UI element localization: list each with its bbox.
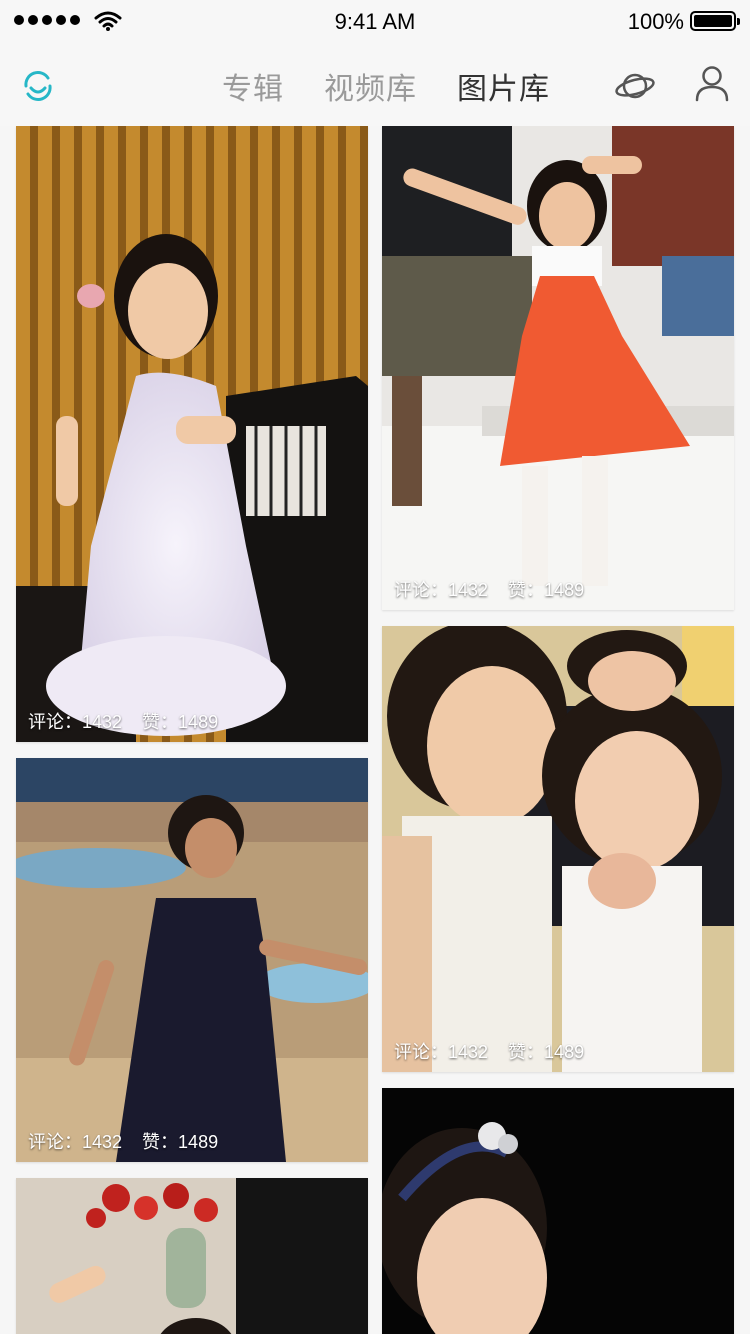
battery-icon xyxy=(690,11,740,31)
photo-card[interactable]: 评论：1432 赞：1489 xyxy=(16,758,368,1162)
photo-card[interactable] xyxy=(16,1178,368,1334)
comment-count: 评论：1432 xyxy=(394,580,489,600)
battery-percent: 100% xyxy=(627,9,684,34)
photo-card[interactable]: 评论：1432 赞：1489 xyxy=(382,126,734,610)
tab-album[interactable]: 专辑 xyxy=(222,64,284,108)
like-count: 赞：1489 xyxy=(508,580,585,600)
top-nav-bar: 专辑 视频库 图片库 xyxy=(0,44,750,126)
tab-video-library[interactable]: 视频库 xyxy=(324,64,417,108)
planet-icon[interactable] xyxy=(614,66,656,106)
photo-card[interactable] xyxy=(382,1088,734,1334)
photo-card[interactable]: 评论：1432 赞：1489 xyxy=(382,626,734,1072)
photo-girl-headband xyxy=(382,1088,734,1334)
photo-stats: 评论：1432 赞：1489 xyxy=(28,708,218,734)
photo-girl-piano xyxy=(16,126,368,742)
comment-count: 评论：1432 xyxy=(28,712,123,732)
photo-stats: 评论：1432 赞：1489 xyxy=(394,1038,584,1064)
refresh-logo-icon[interactable] xyxy=(20,68,56,104)
like-count: 赞：1489 xyxy=(142,712,219,732)
photo-stats: 评论：1432 赞：1489 xyxy=(394,576,584,602)
like-count: 赞：1489 xyxy=(142,1132,219,1152)
photo-girls-laughing xyxy=(382,626,734,1072)
photo-stats: 评论：1432 赞：1489 xyxy=(28,1128,218,1154)
photo-girl-flowers xyxy=(16,1178,368,1334)
comment-count: 评论：1432 xyxy=(394,1042,489,1062)
photo-grid: 评论：1432 赞：1489 评论：1432 赞：1489 评论：1432 赞：… xyxy=(0,126,750,1334)
photo-girl-orange-dress xyxy=(382,126,734,610)
comment-count: 评论：1432 xyxy=(28,1132,123,1152)
like-count: 赞：1489 xyxy=(508,1042,585,1062)
tab-photo-library[interactable]: 图片库 xyxy=(457,64,550,108)
photo-card[interactable]: 评论：1432 赞：1489 xyxy=(16,126,368,742)
user-profile-icon[interactable] xyxy=(694,64,730,104)
photo-girl-dark-dress xyxy=(16,758,368,1162)
status-bar: 9:41 AM 100% xyxy=(0,0,750,44)
tab-bar: 专辑 视频库 图片库 xyxy=(222,64,550,108)
